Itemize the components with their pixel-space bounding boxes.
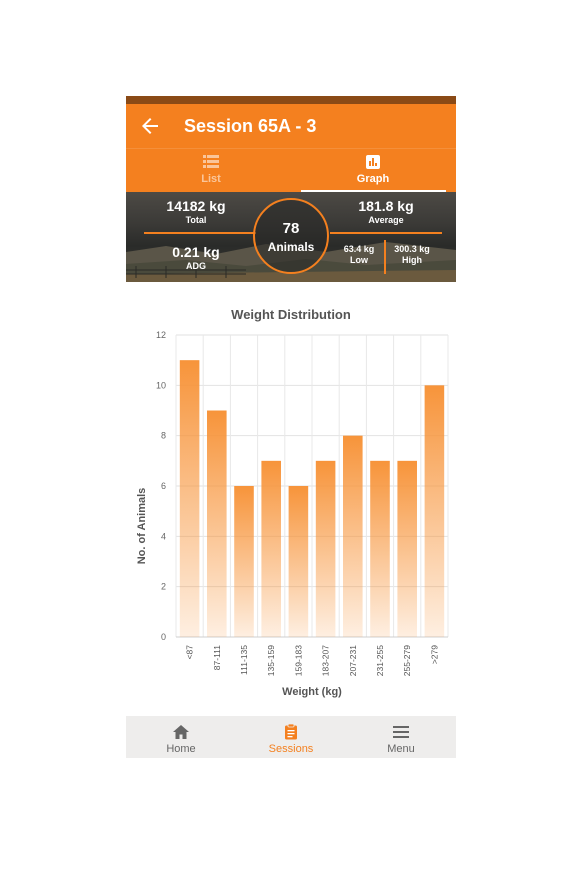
y-tick-label: 8	[161, 431, 166, 441]
x-axis-label: Weight (kg)	[282, 686, 342, 698]
bar-135-159	[261, 460, 281, 637]
high-weight-stat: 300.3 kg High	[386, 244, 438, 265]
bar-231-255	[370, 460, 390, 637]
x-tick-label: 231-255	[375, 645, 385, 676]
page-title: Session 65A - 3	[184, 116, 317, 136]
total-weight-value: 14182 kg	[166, 198, 226, 214]
y-axis-label: No. of Animals	[136, 488, 148, 565]
nav-home[interactable]: Home	[126, 716, 236, 758]
divider-left	[144, 232, 256, 234]
nav-sessions[interactable]: Sessions	[236, 716, 346, 758]
total-weight-label: Total	[185, 215, 207, 225]
bar-<87	[179, 360, 200, 637]
home-icon	[171, 724, 191, 740]
bottom-navigation: Home Sessions Menu	[126, 716, 456, 758]
y-tick-label: 6	[161, 481, 166, 491]
clipboard-icon	[281, 723, 301, 740]
hamburger-icon	[391, 724, 411, 740]
bar-207-231	[343, 435, 363, 637]
tab-bar: List Graph	[126, 148, 456, 192]
nav-menu[interactable]: Menu	[346, 716, 456, 758]
low-weight-label: Low	[350, 255, 368, 265]
y-tick-label: 2	[161, 582, 166, 592]
app-bar: Session 65A - 3	[126, 104, 456, 148]
bar-87-111	[207, 410, 227, 637]
session-summary-panel: 14182 kg Total 181.8 kg Average 0.21 kg …	[126, 192, 456, 282]
animal-count-label: Animals	[267, 240, 315, 254]
back-arrow-icon[interactable]	[138, 114, 162, 138]
nav-home-label: Home	[166, 743, 196, 755]
tab-list[interactable]: List	[136, 149, 286, 193]
nav-menu-label: Menu	[387, 743, 415, 755]
animal-count-value: 78	[282, 220, 300, 237]
x-tick-label: 111-135	[239, 645, 249, 675]
total-weight-stat: 14182 kg Total	[146, 198, 246, 225]
y-tick-label: 10	[156, 380, 166, 390]
weight-distribution-chart: Weight Distribution 0 2 4 6 8 10 12 <87 87-111 1…	[126, 301, 456, 701]
animal-count-circle: 78 Animals	[253, 198, 329, 274]
x-tick-label: 87-111	[212, 645, 222, 670]
y-tick-label: 12	[156, 330, 166, 340]
bar-159-183	[288, 486, 309, 637]
bar-255-279	[397, 460, 417, 637]
tab-graph-label: Graph	[356, 173, 390, 185]
bar-183-207	[315, 460, 336, 637]
x-tick-label: <87	[185, 645, 195, 660]
average-weight-value: 181.8 kg	[358, 198, 414, 214]
x-tick-label: 207-231	[348, 645, 358, 676]
tab-list-label: List	[201, 173, 221, 185]
y-tick-label: 4	[161, 531, 166, 541]
x-tick-label: >279	[429, 645, 439, 664]
bar-chart-icon	[365, 155, 381, 169]
x-tick-label: 255-279	[402, 645, 412, 676]
average-weight-label: Average	[368, 215, 404, 225]
adg-value: 0.21 kg	[172, 244, 220, 260]
adg-stat: 0.21 kg ADG	[156, 244, 236, 271]
tab-graph[interactable]: Graph	[298, 149, 448, 193]
low-weight-value: 63.4 kg	[343, 244, 375, 254]
high-weight-label: High	[402, 255, 422, 265]
x-tick-label: 183-207	[321, 645, 331, 676]
bar-111-135	[234, 486, 254, 637]
phone-screen: Session 65A - 3 List Graph 14182 kg Tota…	[126, 96, 456, 758]
x-tick-label: 135-159	[266, 645, 276, 676]
list-icon	[203, 155, 219, 169]
high-weight-value: 300.3 kg	[394, 244, 430, 254]
x-tick-label: 159-183	[293, 645, 303, 676]
average-weight-stat: 181.8 kg Average	[336, 198, 436, 225]
nav-sessions-label: Sessions	[268, 743, 314, 755]
divider-right	[330, 232, 442, 234]
chart-canvas: 0 2 4 6 8 10 12 <87 87-111 111-135 135-159 159-183…	[136, 330, 449, 698]
bar->279	[424, 385, 445, 637]
low-weight-stat: 63.4 kg Low	[334, 244, 384, 265]
y-tick-label: 0	[161, 632, 166, 642]
adg-label: ADG	[186, 261, 206, 271]
status-bar	[126, 96, 456, 104]
